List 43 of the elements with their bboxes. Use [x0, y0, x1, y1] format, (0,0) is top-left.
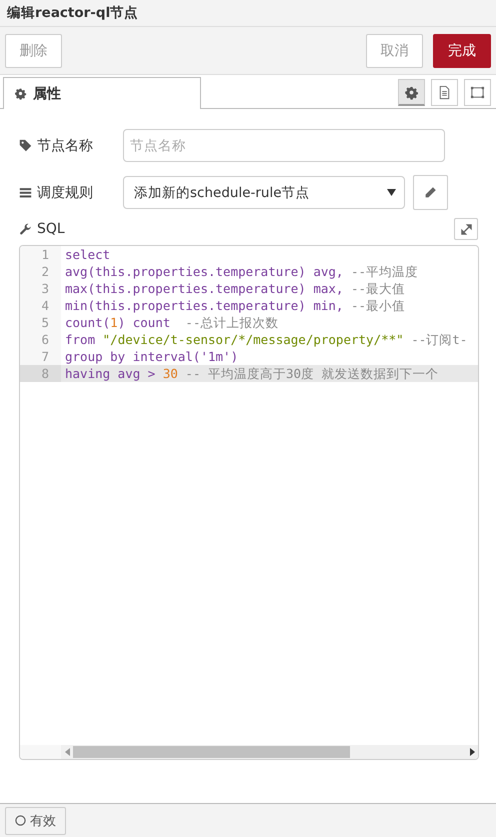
expand-icon — [460, 224, 472, 234]
line-number: 3 — [20, 280, 61, 297]
frame-tab[interactable] — [464, 79, 491, 106]
field-label: 节点名称 — [37, 136, 93, 154]
horizontal-scrollbar[interactable] — [61, 745, 478, 759]
line-number: 2 — [20, 263, 61, 280]
field-label: SQL — [37, 221, 65, 237]
code-line: select — [64, 246, 110, 263]
line-number: 5 — [20, 314, 61, 331]
code-line: group by interval('1m') — [64, 348, 238, 365]
code-line: avg(this.properties.temperature) avg, --平均温度 — [64, 263, 418, 280]
line-number: 4 — [20, 297, 61, 314]
document-icon — [437, 85, 452, 100]
caret-icon — [387, 189, 396, 196]
circle-icon — [15, 815, 26, 826]
expand-button[interactable] — [454, 218, 478, 240]
properties-tab[interactable]: 属性 — [3, 77, 201, 109]
line-number: 6 — [20, 331, 61, 348]
wrench-icon — [19, 222, 32, 236]
line-number: 1 — [20, 246, 61, 263]
code-line: from "/device/t-sensor/*/message/property/**" --订阅t- — [64, 331, 468, 348]
document-tab[interactable] — [431, 79, 458, 106]
done-button[interactable]: 完成 — [433, 34, 491, 68]
code-line: min(this.properties.temperature) min, --最小值 — [64, 297, 406, 314]
tag-icon — [19, 139, 32, 152]
enabled-toggle[interactable]: 有效 — [5, 806, 66, 834]
field-label: 调度规则 — [37, 184, 93, 202]
edit-button[interactable] — [413, 175, 448, 210]
window-title: 编辑reactor-ql节点 — [0, 0, 496, 27]
gear-tab[interactable] — [398, 79, 425, 106]
schedule-rule-dropdown[interactable]: 添加新的schedule-rule节点 — [123, 176, 405, 209]
list-icon — [19, 186, 32, 198]
code-line: count(1) count --总计上报次数 — [64, 314, 278, 331]
line-number: 7 — [20, 348, 61, 365]
frame-icon — [470, 85, 485, 100]
pencil-icon — [424, 186, 437, 199]
code-line: having avg > 30 -- 平均温度高于30度 就发送数据到下一个 — [64, 365, 439, 382]
code-line: max(this.properties.temperature) max, --最大值 — [64, 280, 406, 297]
scroll-right-icon[interactable] — [470, 748, 475, 756]
line-number: 8 — [20, 365, 61, 382]
gear-icon — [14, 87, 27, 100]
gear-icon — [404, 84, 419, 100]
node-name-field[interactable]: 节点名称 — [123, 129, 445, 162]
